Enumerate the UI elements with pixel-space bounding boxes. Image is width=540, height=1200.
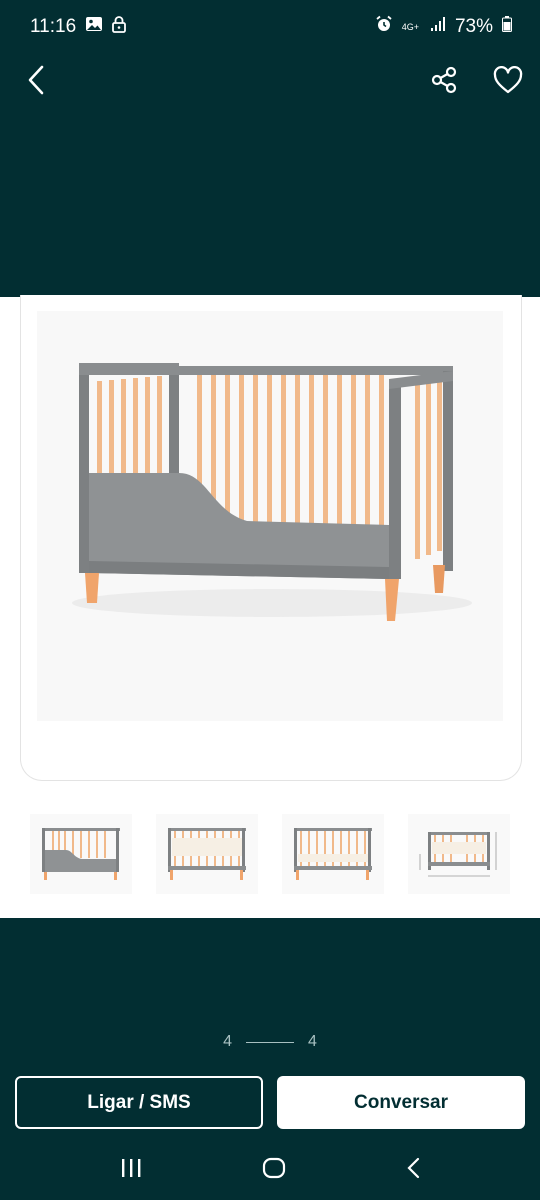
back-button[interactable] (14, 60, 58, 104)
thumbnail-2[interactable] (156, 814, 258, 894)
main-photo[interactable] (20, 295, 522, 781)
favorite-button[interactable] (486, 60, 530, 104)
thumbnail-1[interactable] (30, 814, 132, 894)
crib-image (37, 311, 503, 721)
system-back-icon[interactable] (406, 1157, 420, 1184)
thumbnail-4[interactable] (408, 814, 510, 894)
battery-level: 73% (454, 16, 493, 37)
thumbnail-3[interactable] (282, 814, 384, 894)
pager-total: 4 (308, 1033, 317, 1050)
status-time: 11:16 (30, 16, 77, 37)
pager-divider (246, 1041, 294, 1043)
alarm-icon (375, 15, 393, 39)
thumbnail-strip (30, 814, 510, 894)
status-left: 11:16 (30, 15, 127, 39)
status-right: 4G+ 73% (375, 15, 512, 39)
lock-icon (112, 15, 127, 39)
status-bar: 11:16 4G+ 73% (0, 0, 540, 54)
recent-apps-icon[interactable] (120, 1158, 142, 1183)
image-icon (85, 16, 103, 38)
system-nav-bar (0, 1140, 540, 1200)
photo-gallery (0, 295, 540, 918)
heart-icon (493, 65, 523, 99)
photo-pager: 4 4 (0, 1030, 540, 1054)
action-bar: Ligar / SMS Conversar (15, 1076, 525, 1129)
chat-button[interactable]: Conversar (277, 1076, 525, 1129)
home-icon[interactable] (262, 1157, 286, 1184)
share-icon (430, 66, 458, 99)
call-sms-button[interactable]: Ligar / SMS (15, 1076, 263, 1129)
signal-icon (430, 16, 446, 38)
share-button[interactable] (422, 60, 466, 104)
pager-current: 4 (223, 1033, 232, 1050)
network-type: 4G+ (401, 21, 419, 32)
chevron-left-icon (26, 65, 46, 100)
top-app-bar (0, 54, 540, 114)
battery-icon (502, 16, 512, 38)
